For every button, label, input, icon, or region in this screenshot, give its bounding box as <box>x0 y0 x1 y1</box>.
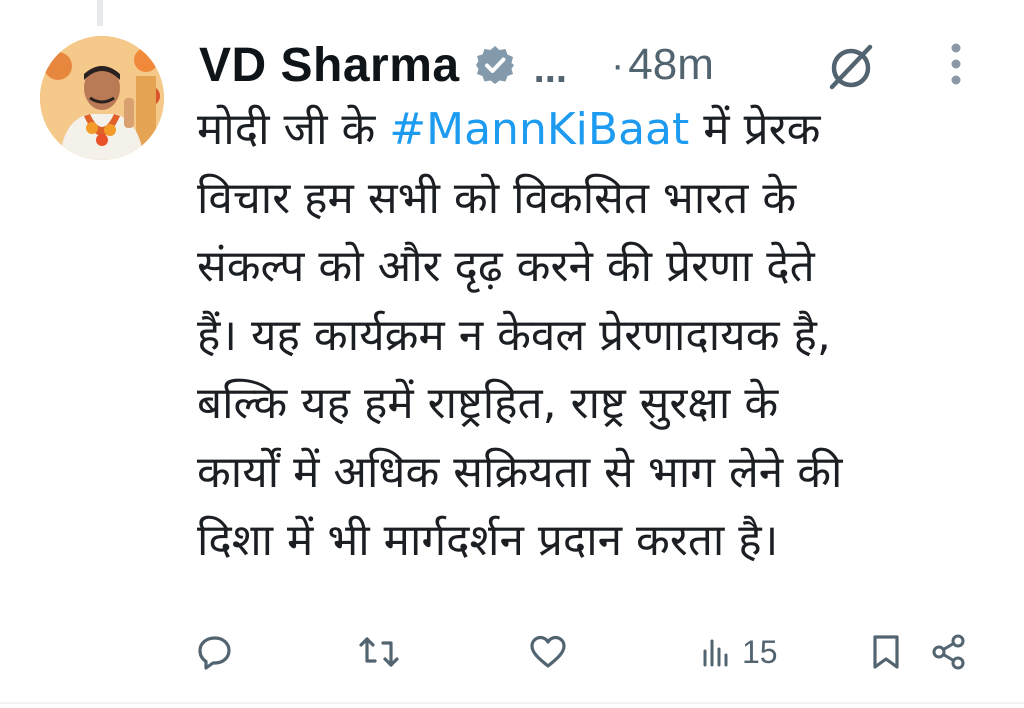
share-icon <box>932 634 965 670</box>
author-display-name[interactable]: VD Sharma <box>199 38 460 93</box>
reply-button[interactable] <box>196 622 234 682</box>
profile-photo-icon <box>40 36 164 160</box>
more-options-icon[interactable] <box>944 40 968 90</box>
bookmark-button[interactable] <box>870 622 902 682</box>
views-icon <box>703 639 728 667</box>
verified-badge-icon[interactable] <box>474 44 516 86</box>
hashtag-link[interactable]: #MannKiBaat <box>389 104 689 155</box>
avatar[interactable] <box>40 36 164 160</box>
thread-connector <box>97 0 103 26</box>
views-button[interactable]: 15 <box>702 622 778 682</box>
tweet-actions: 15 <box>0 622 1024 682</box>
tweet-line: कार्यों में अधिक सक्रियता से भाग लेने की <box>197 446 843 498</box>
tweet-text-segment: मोदी जी के <box>197 104 390 155</box>
tweet-line: बल्कि यह हमें राष्ट्रहित, राष्ट्र सुरक्ष… <box>197 378 779 429</box>
tweet-line: मोदी जी के #MannKiBaat में प्रेरक <box>197 96 987 165</box>
tweet-body: मोदी जी के #MannKiBaat में प्रेरक विचार … <box>197 96 987 576</box>
time-separator: · <box>610 42 625 87</box>
tweet-text-segment: में प्रेरक <box>689 104 821 155</box>
bottom-divider <box>0 702 1024 704</box>
handle-truncated: ... <box>533 47 567 91</box>
like-button[interactable] <box>528 622 568 682</box>
share-button[interactable] <box>930 622 968 682</box>
views-count: 15 <box>742 633 778 670</box>
reply-icon <box>198 636 231 670</box>
retweet-button[interactable] <box>358 622 400 682</box>
like-icon <box>530 635 566 668</box>
tweet-line: दिशा में भी मार्गदर्शन प्रदान करता है। <box>197 515 779 566</box>
timestamp[interactable]: 48m <box>628 40 714 90</box>
tweet-line: संकल्प को और दृढ़ करने की प्रेरणा देते <box>197 241 815 292</box>
tweet-header: VD Sharma ... · 48m <box>199 30 989 100</box>
grok-icon[interactable] <box>823 38 879 94</box>
retweet-icon <box>359 637 399 667</box>
bookmark-icon <box>873 635 899 669</box>
tweet-line: विचार हम सभी को विकसित भारत के <box>197 172 797 224</box>
tweet-line: हैं। यह कार्यक्रम न केवल प्रेरणादायक है, <box>197 309 831 361</box>
